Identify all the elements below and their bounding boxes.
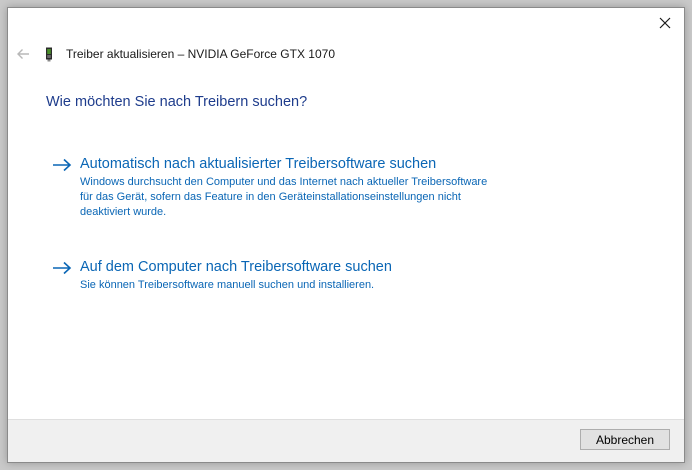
driver-update-dialog: Treiber aktualisieren – NVIDIA GeForce G… <box>7 7 685 463</box>
page-question: Wie möchten Sie nach Treibern suchen? <box>46 94 308 110</box>
dialog-header: Treiber aktualisieren – NVIDIA GeForce G… <box>44 44 335 64</box>
option-title: Auf dem Computer nach Treibersoftware su… <box>80 259 392 275</box>
option-title: Automatisch nach aktualisierter Treibers… <box>80 156 437 172</box>
graphics-card-icon <box>44 46 56 62</box>
browse-computer-option[interactable]: Auf dem Computer nach Treibersoftware su… <box>52 257 500 293</box>
cancel-button[interactable]: Abbrechen <box>580 429 670 450</box>
dialog-footer: Abbrechen <box>8 419 684 462</box>
right-arrow-icon <box>52 257 76 278</box>
close-icon <box>659 17 671 29</box>
close-button[interactable] <box>646 8 684 38</box>
search-automatically-option[interactable]: Automatisch nach aktualisierter Treibers… <box>52 154 500 220</box>
dialog-title: Treiber aktualisieren – NVIDIA GeForce G… <box>66 47 336 61</box>
option-description: Windows durchsucht den Computer und das … <box>80 176 488 218</box>
option-description: Sie können Treibersoftware manuell suche… <box>80 279 375 291</box>
right-arrow-icon <box>52 154 76 175</box>
back-arrow-icon <box>17 49 29 59</box>
back-button[interactable] <box>13 44 33 64</box>
